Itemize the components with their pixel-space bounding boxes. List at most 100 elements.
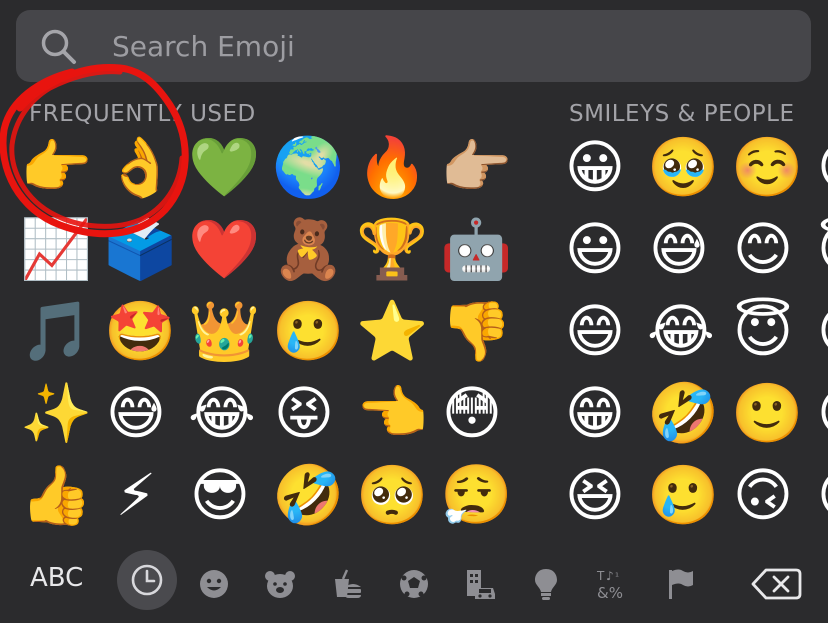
smileys-emoji-key[interactable]: 😆 — [553, 457, 637, 539]
category-activity-button[interactable] — [386, 556, 442, 612]
frequently-used-emoji-glyph: 🧸 — [272, 215, 345, 283]
smileys-emoji-glyph: 😂 — [647, 297, 715, 365]
category-recent-button[interactable] — [117, 550, 177, 610]
frequently-used-emoji-key[interactable]: 🥲 — [262, 293, 346, 375]
frequently-used-emoji-glyph: 🤩 — [104, 297, 177, 365]
category-food-button[interactable] — [318, 556, 374, 612]
frequently-used-emoji-key[interactable]: 👈 — [346, 375, 430, 457]
emoji-search-bar[interactable] — [16, 10, 811, 82]
frequently-used-emoji-glyph: 👑 — [188, 297, 261, 365]
frequently-used-emoji-glyph: 🥺 — [356, 461, 429, 529]
category-flags-button[interactable] — [652, 556, 708, 612]
smileys-emoji-key[interactable]: 😍 — [805, 375, 828, 457]
search-icon — [41, 29, 76, 64]
smileys-emoji-glyph: 😗 — [815, 466, 828, 530]
frequently-used-emoji-key[interactable]: 🤖 — [430, 211, 514, 293]
smileys-emoji-glyph: 🙂 — [731, 379, 804, 447]
svg-text:T: T — [596, 569, 605, 583]
frequently-used-emoji-key[interactable]: 👎 — [430, 293, 514, 375]
travel-icon — [467, 570, 495, 599]
frequently-used-emoji-key[interactable]: 👑 — [178, 293, 262, 375]
smileys-emoji-glyph: 😁 — [564, 379, 626, 447]
smileys-emoji-glyph: 😀 — [564, 133, 626, 201]
smileys-emoji-key[interactable]: 🥹 — [637, 129, 721, 211]
smileys-emoji-glyph: 😍 — [815, 384, 828, 448]
smileys-emoji-key[interactable]: 😀 — [805, 129, 828, 211]
frequently-used-emoji-glyph: ⭐ — [356, 297, 429, 365]
frequently-used-emoji-key[interactable]: 😎 — [178, 457, 262, 539]
smileys-emoji-key[interactable]: 😀 — [553, 129, 637, 211]
smileys-emoji-key[interactable]: 😁 — [553, 375, 637, 457]
frequently-used-emoji-key[interactable]: 😅 — [94, 375, 178, 457]
animal-icon — [265, 571, 295, 598]
category-objects-button[interactable] — [518, 556, 574, 612]
food-icon — [335, 569, 361, 598]
smileys-emoji-key[interactable]: 🙂 — [721, 375, 805, 457]
smileys-emoji-key[interactable]: 🙃 — [721, 457, 805, 539]
frequently-used-emoji-glyph: ⚡ — [115, 461, 157, 529]
frequently-used-emoji-key[interactable]: 🔥 — [346, 129, 430, 211]
smileys-emoji-key[interactable]: 😅 — [637, 211, 721, 293]
frequently-used-emoji-key[interactable]: 🧸 — [262, 211, 346, 293]
smileys-emoji-key[interactable]: 😗 — [805, 457, 828, 539]
frequently-used-emoji-key[interactable]: 🎵 — [10, 293, 94, 375]
frequently-used-emoji-key[interactable]: ⭐ — [346, 293, 430, 375]
recent-icon — [131, 564, 163, 596]
frequently-used-emoji-key[interactable]: 🏆 — [346, 211, 430, 293]
frequently-used-emoji-key[interactable]: 👌 — [94, 129, 178, 211]
search-input[interactable] — [112, 24, 762, 68]
frequently-used-emoji-glyph: 😝 — [273, 379, 335, 447]
svg-text:¹: ¹ — [615, 572, 619, 583]
frequently-used-emoji-key[interactable]: 🥺 — [346, 457, 430, 539]
smileys-emoji-glyph: 😅 — [648, 215, 710, 283]
frequently-used-emoji-glyph: 👌 — [104, 133, 177, 201]
frequently-used-emoji-key[interactable]: 😮‍💨 — [430, 457, 514, 539]
category-animals-button[interactable] — [252, 556, 308, 612]
category-smileys-button[interactable] — [186, 556, 242, 612]
smileys-emoji-key[interactable]: 😂 — [637, 293, 721, 375]
frequently-used-emoji-glyph: 😎 — [189, 461, 251, 529]
smileys-emoji-key[interactable]: 😊 — [721, 211, 805, 293]
smiley-icon — [200, 570, 228, 598]
smileys-emoji-key[interactable]: 🥲 — [637, 457, 721, 539]
frequently-used-emoji-key[interactable]: 💚 — [178, 129, 262, 211]
frequently-used-emoji-glyph: 😅 — [105, 379, 167, 447]
smileys-emoji-key[interactable]: 😃 — [553, 211, 637, 293]
backspace-icon — [751, 568, 802, 600]
section-title-smileys-people: SMILEYS & PEOPLE — [569, 101, 795, 127]
frequently-used-emoji-key[interactable]: 👍 — [10, 457, 94, 539]
frequently-used-emoji-key[interactable]: ⚡ — [94, 457, 178, 539]
frequently-used-emoji-key[interactable]: 👉🏼 — [430, 129, 514, 211]
frequently-used-emoji-glyph: 🌍 — [272, 133, 345, 201]
frequently-used-emoji-key[interactable]: 🌍 — [262, 129, 346, 211]
frequently-used-emoji-key[interactable]: 🤣 — [262, 457, 346, 539]
smileys-emoji-key[interactable]: 😇 — [721, 293, 805, 375]
frequently-used-emoji-glyph: ❤️ — [188, 215, 261, 283]
category-symbols-button[interactable]: T ♪ ¹ &% — [585, 556, 641, 612]
backspace-button[interactable] — [746, 556, 806, 612]
smileys-emoji-key[interactable]: ☺️ — [721, 129, 805, 211]
abc-keyboard-button[interactable]: ABC — [30, 563, 83, 593]
frequently-used-emoji-key[interactable]: 👉 — [10, 129, 94, 211]
frequently-used-grid: 👉 👌 💚 🌍 🔥 👉🏼 📈 🗳️ ❤️ 🧸 🏆 🤖 🎵 🤩 👑 🥲 ⭐ 👎 ✨ 😅 😂 😝 👈 😳 👍 ⚡ 😎 🤣 🥺 😮‍💨 — [10, 129, 514, 539]
category-travel-button[interactable] — [452, 556, 508, 612]
frequently-used-emoji-key[interactable]: 😳 — [430, 375, 514, 457]
smileys-emoji-key[interactable]: 😘 — [805, 293, 828, 375]
objects-icon — [535, 569, 557, 600]
frequently-used-emoji-key[interactable]: 🗳️ — [94, 211, 178, 293]
smileys-emoji-glyph: 🥹 — [647, 133, 720, 201]
smileys-emoji-key[interactable]: 🤣 — [637, 375, 721, 457]
smileys-emoji-glyph: 😇 — [815, 220, 828, 284]
frequently-used-emoji-key[interactable]: 🤩 — [94, 293, 178, 375]
frequently-used-emoji-key[interactable]: 😝 — [262, 375, 346, 457]
frequently-used-emoji-key[interactable]: ✨ — [10, 375, 94, 457]
frequently-used-emoji-glyph: 🎵 — [20, 297, 93, 365]
frequently-used-emoji-key[interactable]: 😂 — [178, 375, 262, 457]
frequently-used-emoji-key[interactable]: ❤️ — [178, 211, 262, 293]
frequently-used-emoji-key[interactable]: 📈 — [10, 211, 94, 293]
smileys-emoji-glyph: 🤣 — [647, 379, 720, 447]
smileys-emoji-glyph: 😇 — [732, 297, 794, 365]
smileys-emoji-key[interactable]: 😇 — [805, 211, 828, 293]
smileys-emoji-key[interactable]: 😄 — [553, 293, 637, 375]
symbols-icon: T ♪ ¹ &% — [596, 569, 623, 602]
